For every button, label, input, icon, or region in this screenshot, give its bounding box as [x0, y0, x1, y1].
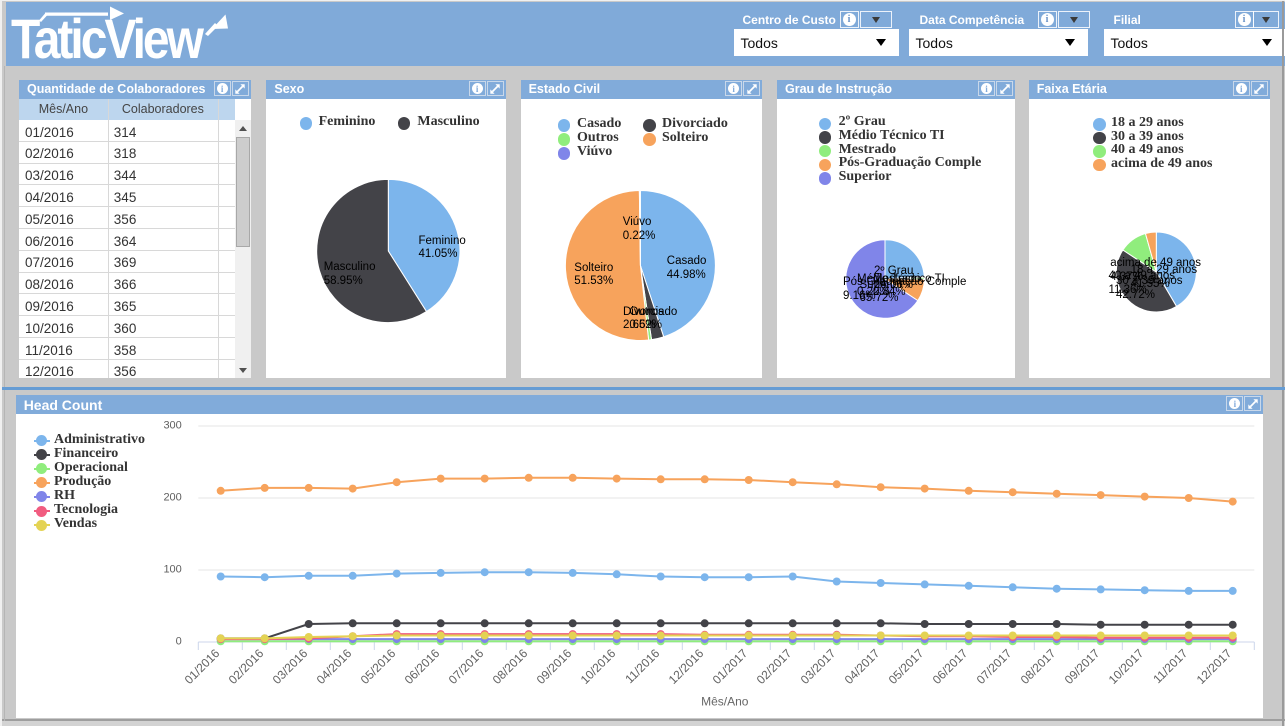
- svg-text:200: 200: [163, 491, 181, 503]
- svg-text:06/2017: 06/2017: [929, 646, 970, 687]
- svg-text:0: 0: [175, 635, 181, 647]
- svg-text:01/2017: 01/2017: [709, 646, 750, 687]
- svg-text:05/2016: 05/2016: [357, 646, 398, 687]
- svg-text:02/2017: 02/2017: [753, 646, 794, 687]
- svg-text:11/2017: 11/2017: [1150, 646, 1190, 686]
- svg-text:300: 300: [163, 419, 181, 431]
- svg-text:TaticView: TaticView: [11, 8, 205, 66]
- svg-text:06/2016: 06/2016: [401, 646, 442, 687]
- svg-text:01/2016: 01/2016: [181, 646, 222, 687]
- svg-text:10/2017: 10/2017: [1105, 646, 1146, 687]
- svg-text:02/2016: 02/2016: [225, 646, 266, 687]
- svg-text:10/2016: 10/2016: [577, 646, 618, 687]
- svg-text:04/2016: 04/2016: [313, 646, 354, 687]
- svg-text:12/2016: 12/2016: [665, 646, 706, 687]
- svg-text:09/2016: 09/2016: [533, 646, 574, 687]
- svg-text:04/2017: 04/2017: [841, 646, 882, 687]
- svg-text:09/2017: 09/2017: [1061, 646, 1102, 687]
- svg-text:03/2016: 03/2016: [269, 646, 310, 687]
- svg-text:11/2016: 11/2016: [622, 646, 662, 686]
- svg-text:08/2017: 08/2017: [1017, 646, 1058, 687]
- svg-text:07/2017: 07/2017: [973, 646, 1014, 687]
- svg-text:05/2017: 05/2017: [885, 646, 926, 687]
- svg-text:100: 100: [163, 563, 181, 575]
- svg-text:03/2017: 03/2017: [797, 646, 838, 687]
- svg-text:07/2016: 07/2016: [445, 646, 486, 687]
- svg-text:12/2017: 12/2017: [1193, 646, 1234, 687]
- svg-text:08/2016: 08/2016: [489, 646, 530, 687]
- svg-text:Mês/Ano: Mês/Ano: [701, 694, 749, 708]
